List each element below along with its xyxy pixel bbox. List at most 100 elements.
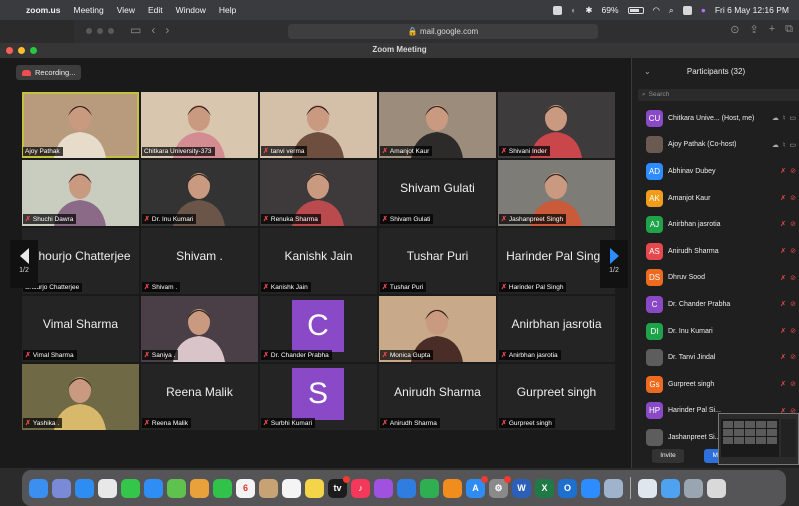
notes-icon[interactable] [305,478,324,498]
video-tile[interactable]: C ✗ Dr. Chander Prabha [260,296,377,362]
mic-icon[interactable]: ♮ [783,114,786,122]
menu-view[interactable]: View [117,5,135,15]
messages-icon[interactable] [121,478,140,498]
outlook-icon[interactable]: O [558,478,577,498]
mic-muted-icon[interactable]: ✗ [780,247,786,255]
reminders-icon[interactable] [282,478,301,498]
video-tile[interactable]: Anirudh Sharma ✗ Anirudh Sharma [379,364,496,430]
downloads-folder-icon[interactable] [661,478,680,498]
siri-icon[interactable]: ● [701,5,706,15]
camera-off-icon[interactable]: ⊘ [790,300,796,308]
download-icon[interactable]: ⊙ [730,23,739,36]
finder-icon[interactable] [29,478,48,498]
excel-icon[interactable]: X [535,478,554,498]
camera-icon[interactable]: ▭ [789,141,796,149]
zoom-status-icon[interactable] [553,5,563,15]
video-tile[interactable]: ✗ Shuchi Dawra [22,160,139,226]
spotlight-icon[interactable]: ⌕ [669,5,674,16]
participant-row[interactable]: AK Amanjot Kaur ✗ ⊘ [632,185,799,212]
video-tile[interactable]: Tushar Puri ✗ Tushar Puri [379,228,496,294]
participant-search-input[interactable]: ⌕ Search [638,89,799,101]
facetime-icon[interactable] [213,478,232,498]
mic-muted-icon[interactable]: ✗ [780,274,786,282]
camera-off-icon[interactable]: ⊘ [790,220,796,228]
camera-off-icon[interactable]: ⊘ [790,167,796,175]
participant-row[interactable]: AD Abhinav Dubey ✗ ⊘ [632,158,799,185]
invite-button[interactable]: Invite [652,449,684,463]
mic-icon[interactable]: ♮ [783,141,786,149]
camera-off-icon[interactable]: ⊘ [790,247,796,255]
participant-row[interactable]: CU Chitkara Unive... (Host, me) ☁ ♮ ▭ [632,105,799,132]
participant-row[interactable]: DI Dr. Inu Kumari ✗ ⊘ [632,318,799,345]
documents-folder-icon[interactable] [638,478,657,498]
keynote-icon[interactable] [397,478,416,498]
participant-row[interactable]: Dr. Tanvi Jindal ✗ ⊘ [632,344,799,371]
video-tile[interactable]: ✗ Yashika . [22,364,139,430]
mic-muted-icon[interactable]: ✗ [780,220,786,228]
video-tile[interactable]: Shourjo Chatterjee Shourjo Chatterjee [22,228,139,294]
screenshot-thumbnail[interactable] [718,413,799,465]
video-tile[interactable]: Reena Malik ✗ Reena Malik [141,364,258,430]
bluetooth-icon[interactable]: ✱ [585,5,592,16]
zoom-icon[interactable] [581,478,600,498]
participant-row[interactable]: C Dr. Chander Prabha ✗ ⊘ [632,291,799,318]
camera-off-icon[interactable]: ⊘ [790,274,796,282]
chrome-icon[interactable] [98,478,117,498]
pages-icon[interactable] [443,478,462,498]
video-tile[interactable]: Harinder Pal Singh ✗ Harinder Pal Singh [498,228,615,294]
mic-muted-icon[interactable]: ✗ [780,194,786,202]
video-tile[interactable]: ✗ Jashanpreet Singh [498,160,615,226]
video-tile[interactable]: ✗ Dr. Inu Kumari [141,160,258,226]
video-tile[interactable]: ✗ Shivani Inder [498,92,615,158]
mic-muted-icon[interactable]: ✗ [780,327,786,335]
photos-icon[interactable] [190,478,209,498]
tv-icon[interactable]: tv [328,475,350,498]
menu-meeting[interactable]: Meeting [73,5,103,15]
mic-muted-icon[interactable]: ✗ [780,380,786,388]
participant-row[interactable]: DS Dhruv Sood ✗ ⊘ [632,265,799,292]
menu-help[interactable]: Help [219,5,236,15]
trash-icon[interactable] [707,478,726,498]
mic-muted-icon[interactable]: ✗ [780,167,786,175]
calendar-icon[interactable]: 6 [236,478,255,498]
video-tile[interactable]: Shivam Gulati ✗ Shivam Gulati [379,160,496,226]
battery-icon[interactable] [627,6,644,14]
participant-row[interactable]: AS Anirudh Sharma ✗ ⊘ [632,238,799,265]
share-icon[interactable]: ⇪ [749,23,758,36]
video-tile[interactable]: Ajoy Pathak [22,92,139,158]
camera-off-icon[interactable]: ⊘ [790,194,796,202]
safari-icon[interactable] [75,478,94,498]
video-tile[interactable]: Anirbhan jasrotia ✗ Anirbhan jasrotia [498,296,615,362]
mic-muted-icon[interactable]: ✗ [780,353,786,361]
system-preferences-icon[interactable]: ⚙ [489,475,511,498]
participant-row[interactable]: AJ Anirbhan jasrotia ✗ ⊘ [632,211,799,238]
recording-indicator[interactable]: Recording... [16,65,82,80]
video-tile[interactable]: S ✗ Surbhi Kumari [260,364,377,430]
video-tile[interactable]: Vimal Sharma ✗ Vimal Sharma [22,296,139,362]
menu-edit[interactable]: Edit [148,5,163,15]
participant-row[interactable]: Gs Gurpreet singh ✗ ⊘ [632,371,799,398]
video-tile[interactable]: ✗ Monica Gupta [379,296,496,362]
mic-muted-icon[interactable]: ✗ [780,300,786,308]
camera-off-icon[interactable]: ⊘ [790,380,796,388]
control-center-icon[interactable] [682,5,692,15]
podcasts-icon[interactable] [374,478,393,498]
video-tile[interactable]: Chitkara University-373 [141,92,258,158]
next-page-button[interactable]: 1/2 [600,240,628,288]
maps-icon[interactable] [167,478,186,498]
camera-off-icon[interactable]: ⊘ [790,327,796,335]
app-store-icon[interactable]: A [466,475,488,498]
new-tab-icon[interactable]: + [769,23,775,36]
video-tile[interactable]: Shivam . ✗ Shivam . [141,228,258,294]
wifi-icon[interactable]: ◠ [653,5,660,16]
video-tile[interactable]: ✗ Renuka Sharma [260,160,377,226]
video-tile[interactable]: Gurpreet singh ✗ Gurpreet singh [498,364,615,430]
camera-off-icon[interactable]: ⊘ [790,353,796,361]
address-bar[interactable]: 🔒 mail.google.com [288,24,598,39]
video-tile[interactable]: ✗ tanvi verma [260,92,377,158]
participant-row[interactable]: Ajoy Pathak (Co-host) ☁ ♮ ▭ [632,132,799,159]
video-tile[interactable]: Kanishk Jain ✗ Kanishk Jain [260,228,377,294]
do-not-disturb-icon[interactable]: ◐ [571,5,576,15]
screenshot-stack-icon[interactable] [684,478,703,498]
menu-app-name[interactable]: zoom.us [26,5,60,15]
